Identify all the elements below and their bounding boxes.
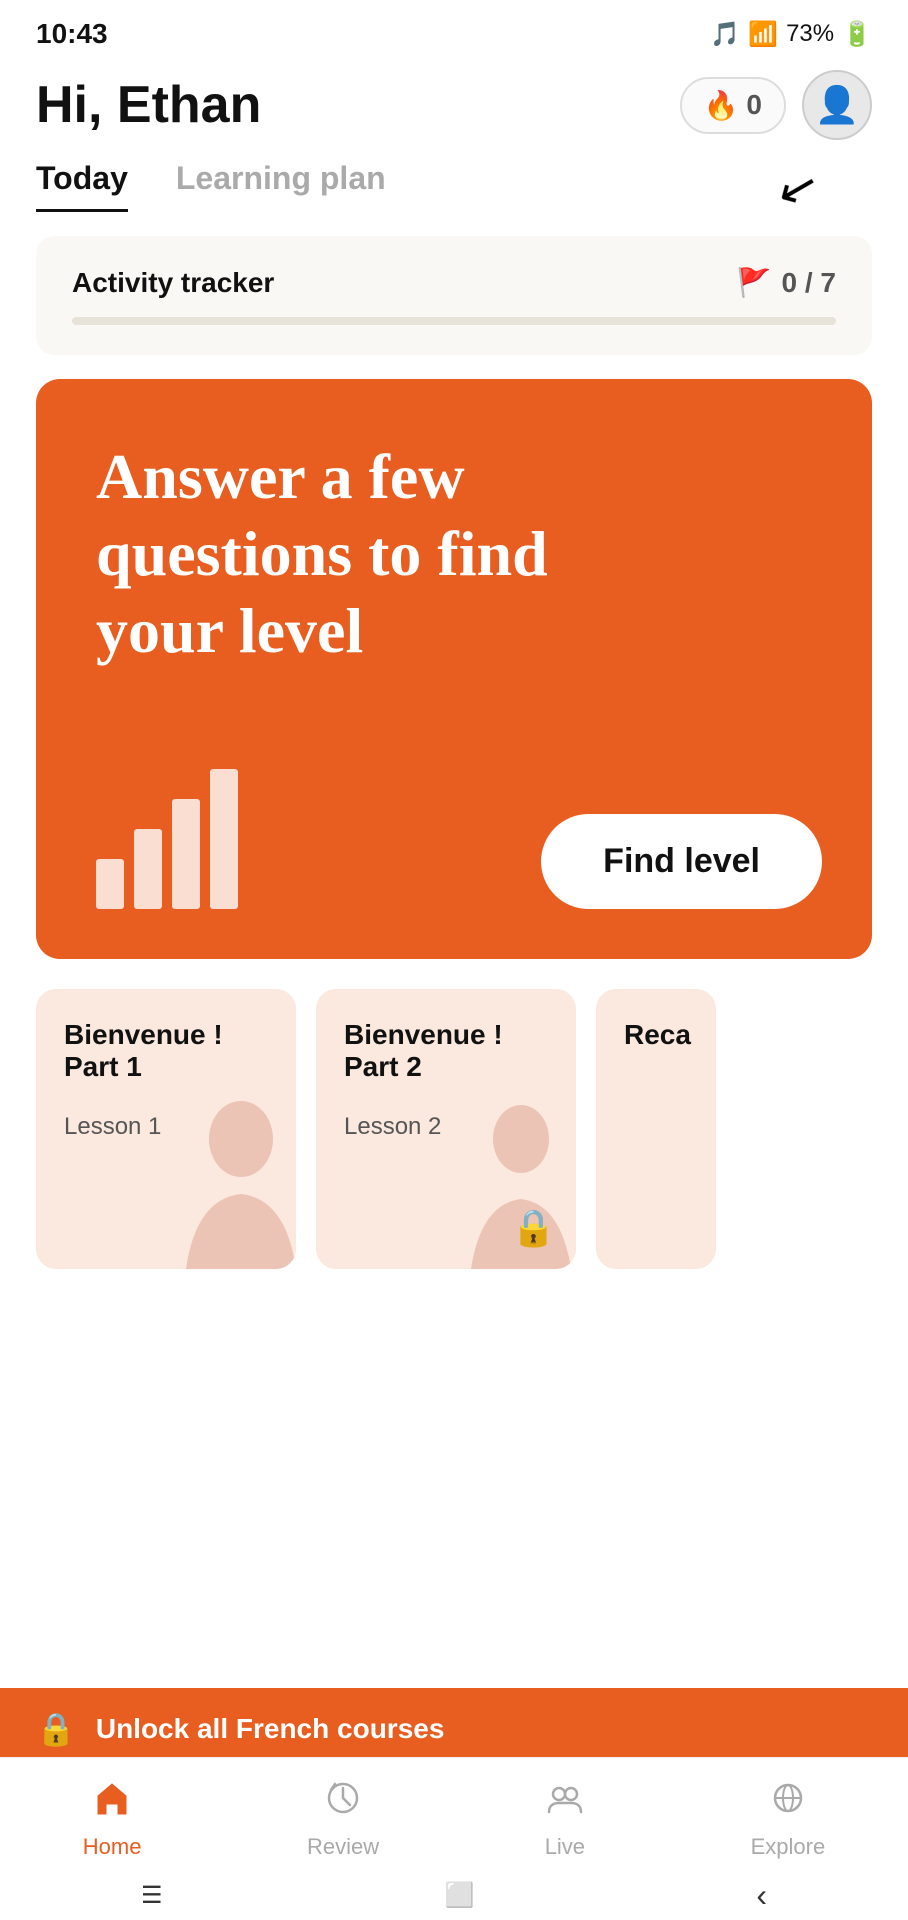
lesson-card-3-partial[interactable]: Reca [596, 989, 716, 1269]
activity-score: 🚩 0 / 7 [737, 266, 836, 299]
activity-tracker[interactable]: Activity tracker 🚩 0 / 7 [36, 236, 872, 355]
flag-icon: 🚩 [737, 266, 772, 299]
status-icons: 🎵 📶 73% 🔋 [710, 20, 872, 49]
activity-title: Activity tracker [72, 267, 274, 299]
nav-explore[interactable]: Explore [751, 1778, 826, 1860]
avatar-button[interactable]: 👤 [802, 70, 872, 140]
lesson-card-1[interactable]: Bienvenue ! Part 1 Lesson 1 [36, 989, 296, 1269]
unlock-lock-icon: 🔒 [36, 1710, 76, 1748]
signal-icon: 📶 [748, 20, 778, 49]
main-content: Activity tracker 🚩 0 / 7 Answer a few qu… [0, 212, 908, 1293]
bar-chart-icon [96, 769, 238, 909]
lesson-card-3-title: Reca [624, 1019, 688, 1051]
lesson-card-1-title: Bienvenue ! Part 1 [64, 1019, 268, 1083]
nav-live-label: Live [545, 1834, 585, 1860]
streak-badge[interactable]: 🔥 0 [680, 77, 786, 134]
lesson-card-2-title: Bienvenue ! Part 2 [344, 1019, 548, 1083]
system-home-button[interactable]: ⬜ [444, 1881, 474, 1910]
system-back-button[interactable]: ‹ [756, 1877, 767, 1914]
nav-home-label: Home [83, 1834, 142, 1860]
status-time: 10:43 [36, 18, 108, 50]
nav-review[interactable]: Review [307, 1778, 379, 1860]
unlock-text: Unlock all French courses [96, 1713, 445, 1745]
nav-review-label: Review [307, 1834, 379, 1860]
hero-bottom: Find level [96, 769, 822, 909]
header-actions: 🔥 0 👤 [680, 70, 872, 140]
find-level-button[interactable]: Find level [541, 814, 822, 909]
live-icon [545, 1778, 585, 1828]
lesson-cards-row: Bienvenue ! Part 1 Lesson 1 Bienvenue ! … [36, 989, 872, 1269]
bar-1 [96, 859, 124, 909]
flame-icon: 🔥 [704, 89, 739, 122]
battery-icon: 🔋 [842, 20, 872, 49]
explore-icon [768, 1778, 808, 1828]
bottom-nav: Home Review Live [0, 1757, 908, 1870]
greeting-text: Hi, Ethan [36, 75, 261, 135]
bluetooth-icon: 🎵 [710, 20, 740, 49]
nav-home[interactable]: Home [83, 1778, 142, 1860]
streak-count: 0 [746, 89, 762, 121]
system-nav: ☰ ⬜ ‹ [0, 1870, 908, 1920]
lock-icon-card-2: 🔒 [511, 1207, 556, 1249]
tab-learning-plan[interactable]: Learning plan [176, 160, 386, 212]
review-icon [323, 1778, 363, 1828]
score-display: 0 / 7 [782, 267, 836, 299]
status-bar: 10:43 🎵 📶 73% 🔋 [0, 0, 908, 60]
battery-text: 73% [786, 20, 834, 48]
tabs-container: Today Learning plan [0, 140, 908, 212]
home-icon [92, 1778, 132, 1828]
hero-card: Answer a few questions to find your leve… [36, 379, 872, 959]
header: Hi, Ethan 🔥 0 👤 [0, 60, 908, 140]
bar-3 [172, 799, 200, 909]
hero-text: Answer a few questions to find your leve… [96, 439, 677, 669]
tab-today[interactable]: Today [36, 160, 128, 212]
nav-live[interactable]: Live [545, 1778, 585, 1860]
lesson-card-2[interactable]: Bienvenue ! Part 2 Lesson 2 🔒 [316, 989, 576, 1269]
bar-2 [134, 829, 162, 909]
user-icon: 👤 [815, 84, 860, 126]
bar-4 [210, 769, 238, 909]
lesson-card-1-avatar [176, 1099, 296, 1269]
activity-progress-bar [72, 317, 836, 325]
system-menu-button[interactable]: ☰ [141, 1881, 163, 1910]
activity-header: Activity tracker 🚩 0 / 7 [72, 266, 836, 299]
nav-explore-label: Explore [751, 1834, 826, 1860]
